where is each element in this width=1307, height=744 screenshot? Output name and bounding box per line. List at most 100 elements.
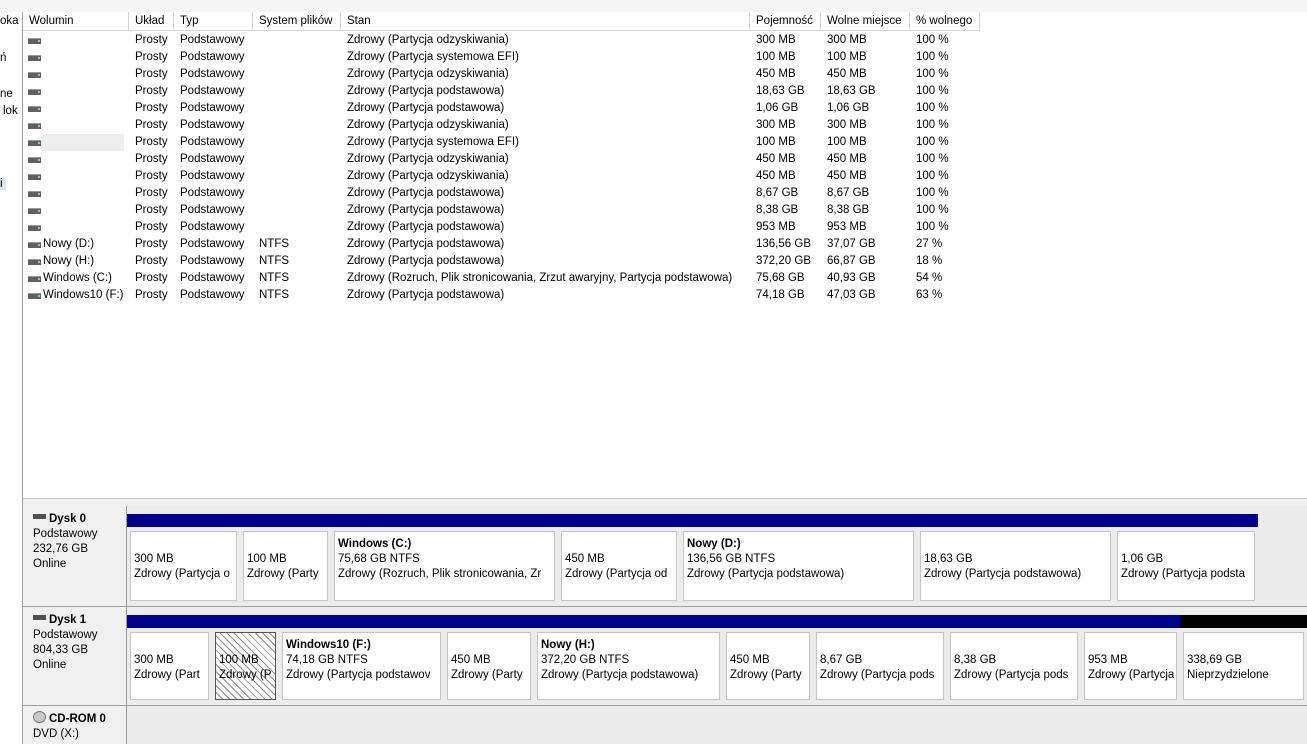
table-cell-fs: NTFS xyxy=(259,289,290,301)
table-row[interactable]: Windows (C:) Prosty Podstawowy NTFS Zdrowy (… xyxy=(23,270,1307,287)
table-row[interactable]: Nowy (H:) Prosty Podstawowy NTFS Zdrowy (Par… xyxy=(23,253,1307,270)
partition-line1: 338,69 GB xyxy=(1187,654,1242,666)
partition-0-5[interactable]: 18,63 GB Zdrowy (Partycja podstawowa) xyxy=(917,514,1114,604)
partition-body: Windows (C:) 75,68 GB NTFS Zdrowy (Rozruch… xyxy=(334,531,555,601)
partition-line1: 8,67 GB xyxy=(820,654,863,666)
table-cell-type: Podstawowy xyxy=(180,119,245,131)
column-header-status[interactable]: Stan xyxy=(341,12,750,31)
partition-line2: Zdrowy (Partycja podstawowa) xyxy=(687,568,845,580)
partition-line1: 953 MB xyxy=(1088,654,1128,666)
partition-bar xyxy=(723,615,813,628)
disk-1-label[interactable]: Dysk 1 Podstawowy 804,33 GB Online xyxy=(23,607,127,705)
table-cell-pct: 100 % xyxy=(916,102,949,114)
nav-item[interactable]: lok xyxy=(3,105,18,117)
table-row[interactable]: Prosty Podstawowy Zdrowy (Partycja odzyski… xyxy=(23,151,1307,168)
nav-item[interactable]: oka xyxy=(0,15,19,27)
nav-item[interactable]: ń xyxy=(0,52,6,64)
partition-body: 8,38 GB Zdrowy (Partycja pods xyxy=(950,632,1078,700)
partition-0-4[interactable]: Nowy (D:) 136,56 GB NTFS Zdrowy (Partycja … xyxy=(680,514,917,604)
table-cell-free: 66,87 GB xyxy=(827,255,876,267)
partition-1-3[interactable]: 450 MB Zdrowy (Party xyxy=(444,615,534,703)
table-cell-pct: 100 % xyxy=(916,34,949,46)
partition-0-1[interactable]: 100 MB Zdrowy (Party xyxy=(240,514,331,604)
table-row[interactable]: Prosty Podstawowy Zdrowy (Partycja odzyski… xyxy=(23,117,1307,134)
partition-0-6[interactable]: 1,06 GB Zdrowy (Partycja podsta xyxy=(1114,514,1258,604)
table-row[interactable]: Prosty Podstawowy Zdrowy (Partycja podstaw… xyxy=(23,202,1307,219)
partition-line2: Zdrowy (Partycja pods xyxy=(820,669,935,681)
partition-0-2[interactable]: Windows (C:) 75,68 GB NTFS Zdrowy (Rozruch… xyxy=(331,514,558,604)
table-row[interactable]: Windows10 (F:) Prosty Podstawowy NTFS Zdrowy… xyxy=(23,287,1307,304)
partition-0-3[interactable]: 450 MB Zdrowy (Partycja od xyxy=(558,514,680,604)
table-row[interactable]: Prosty Podstawowy Zdrowy (Partycja podstaw… xyxy=(23,185,1307,202)
cdrom-0-label[interactable]: CD-ROM 0 DVD (X:) xyxy=(23,706,127,744)
partition-body: 1,06 GB Zdrowy (Partycja podsta xyxy=(1117,531,1255,601)
partition-1-1[interactable]: 100 MB Zdrowy (P xyxy=(212,615,279,703)
partition-body: 953 MB Zdrowy (Partycja xyxy=(1084,632,1177,700)
table-cell-free: 37,07 GB xyxy=(827,238,876,250)
column-header-percent-free[interactable]: % wolnego xyxy=(910,12,980,31)
table-cell-type: Podstawowy xyxy=(180,187,245,199)
partition-bar xyxy=(127,514,240,527)
partition-body: Nowy (D:) 136,56 GB NTFS Zdrowy (Partycja … xyxy=(683,531,914,601)
table-cell-capacity: 450 MB xyxy=(756,170,796,182)
table-row[interactable]: Prosty Podstawowy Zdrowy (Partycja odzyski… xyxy=(23,66,1307,83)
column-header-volume[interactable]: Wolumin xyxy=(23,12,129,31)
nav-item[interactable]: ne xyxy=(0,88,13,100)
nav-item[interactable]: i xyxy=(0,178,6,190)
partition-bar xyxy=(813,615,947,628)
drive-icon xyxy=(28,174,41,180)
partition-1-2[interactable]: Windows10 (F:) 74,18 GB NTFS Zdrowy (Party… xyxy=(279,615,444,703)
drive-icon xyxy=(28,157,41,163)
table-cell-status: Zdrowy (Partycja podstawowa) xyxy=(347,289,505,301)
table-cell-free: 40,93 GB xyxy=(827,272,876,284)
table-row[interactable]: Prosty Podstawowy Zdrowy (Partycja podstaw… xyxy=(23,83,1307,100)
column-header-filesystem[interactable]: System plików xyxy=(253,12,341,31)
column-header-capacity[interactable]: Pojemność xyxy=(750,12,821,31)
partition-line2: Zdrowy (Partycja podsta xyxy=(1121,568,1245,580)
drive-icon xyxy=(28,72,41,78)
table-row[interactable]: Prosty Podstawowy Zdrowy (Partycja systemo… xyxy=(23,49,1307,66)
partition-line2: Zdrowy (Part xyxy=(134,669,200,681)
partition-1-0[interactable]: 300 MB Zdrowy (Part xyxy=(127,615,212,703)
partition-1-8[interactable]: 953 MB Zdrowy (Partycja xyxy=(1081,615,1180,703)
partition-1-7[interactable]: 8,38 GB Zdrowy (Partycja pods xyxy=(947,615,1081,703)
column-header-layout[interactable]: Układ xyxy=(129,12,174,31)
table-cell-free: 450 MB xyxy=(827,153,867,165)
table-row[interactable]: Prosty Podstawowy Zdrowy (Partycja odzyski… xyxy=(23,168,1307,185)
table-cell-free: 18,63 GB xyxy=(827,85,876,97)
partition-1-9[interactable]: 338,69 GB Nieprzydzielone xyxy=(1180,615,1307,703)
disk-0-label[interactable]: Dysk 0 Podstawowy 232,76 GB Online xyxy=(23,506,127,606)
drive-icon xyxy=(28,191,41,197)
partition-bar xyxy=(680,514,917,527)
disk-graphical-view: Dysk 0 Podstawowy 232,76 GB Online 300 M… xyxy=(23,506,1307,744)
table-cell-status: Zdrowy (Partycja odzyskiwania) xyxy=(347,119,509,131)
column-header-free-space[interactable]: Wolne miejsce xyxy=(821,12,910,31)
partition-line1: 1,06 GB xyxy=(1121,553,1164,565)
partition-1-5[interactable]: 450 MB Zdrowy (Party xyxy=(723,615,813,703)
partition-line1: 300 MB xyxy=(134,553,174,565)
table-cell-layout: Prosty xyxy=(135,136,168,148)
table-row[interactable]: Nowy (D:) Prosty Podstawowy NTFS Zdrowy (Par… xyxy=(23,236,1307,253)
table-cell-type: Podstawowy xyxy=(180,221,245,233)
table-cell-type: Podstawowy xyxy=(180,153,245,165)
left-nav-pane[interactable]: oka ń ne lok i xyxy=(0,12,23,744)
partition-bar xyxy=(1114,514,1258,527)
table-row[interactable]: Prosty Podstawowy Zdrowy (Partycja systemo… xyxy=(23,134,1307,151)
table-cell-type: Podstawowy xyxy=(180,136,245,148)
table-cell-capacity: 450 MB xyxy=(756,68,796,80)
partition-1-6[interactable]: 8,67 GB Zdrowy (Partycja pods xyxy=(813,615,947,703)
partition-1-4[interactable]: Nowy (H:) 372,20 GB NTFS Zdrowy (Partycja … xyxy=(534,615,723,703)
column-header-type[interactable]: Typ xyxy=(174,12,253,31)
partition-title: Windows10 (F:) xyxy=(286,639,371,651)
volume-list[interactable]: Wolumin Układ Typ System plików Stan Poj… xyxy=(23,12,1307,498)
table-row[interactable]: Prosty Podstawowy Zdrowy (Partycja odzyski… xyxy=(23,32,1307,49)
table-cell-free: 450 MB xyxy=(827,68,867,80)
partition-line2: Zdrowy (Partycja podstawov xyxy=(286,669,431,681)
table-row[interactable]: Prosty Podstawowy Zdrowy (Partycja podstaw… xyxy=(23,219,1307,236)
table-cell-free: 953 MB xyxy=(827,221,867,233)
table-row[interactable]: Prosty Podstawowy Zdrowy (Partycja podstaw… xyxy=(23,100,1307,117)
partition-line1: 450 MB xyxy=(730,654,770,666)
partition-0-0[interactable]: 300 MB Zdrowy (Partycja o xyxy=(127,514,240,604)
partition-bar xyxy=(1081,615,1180,628)
table-cell-capacity: 953 MB xyxy=(756,221,796,233)
